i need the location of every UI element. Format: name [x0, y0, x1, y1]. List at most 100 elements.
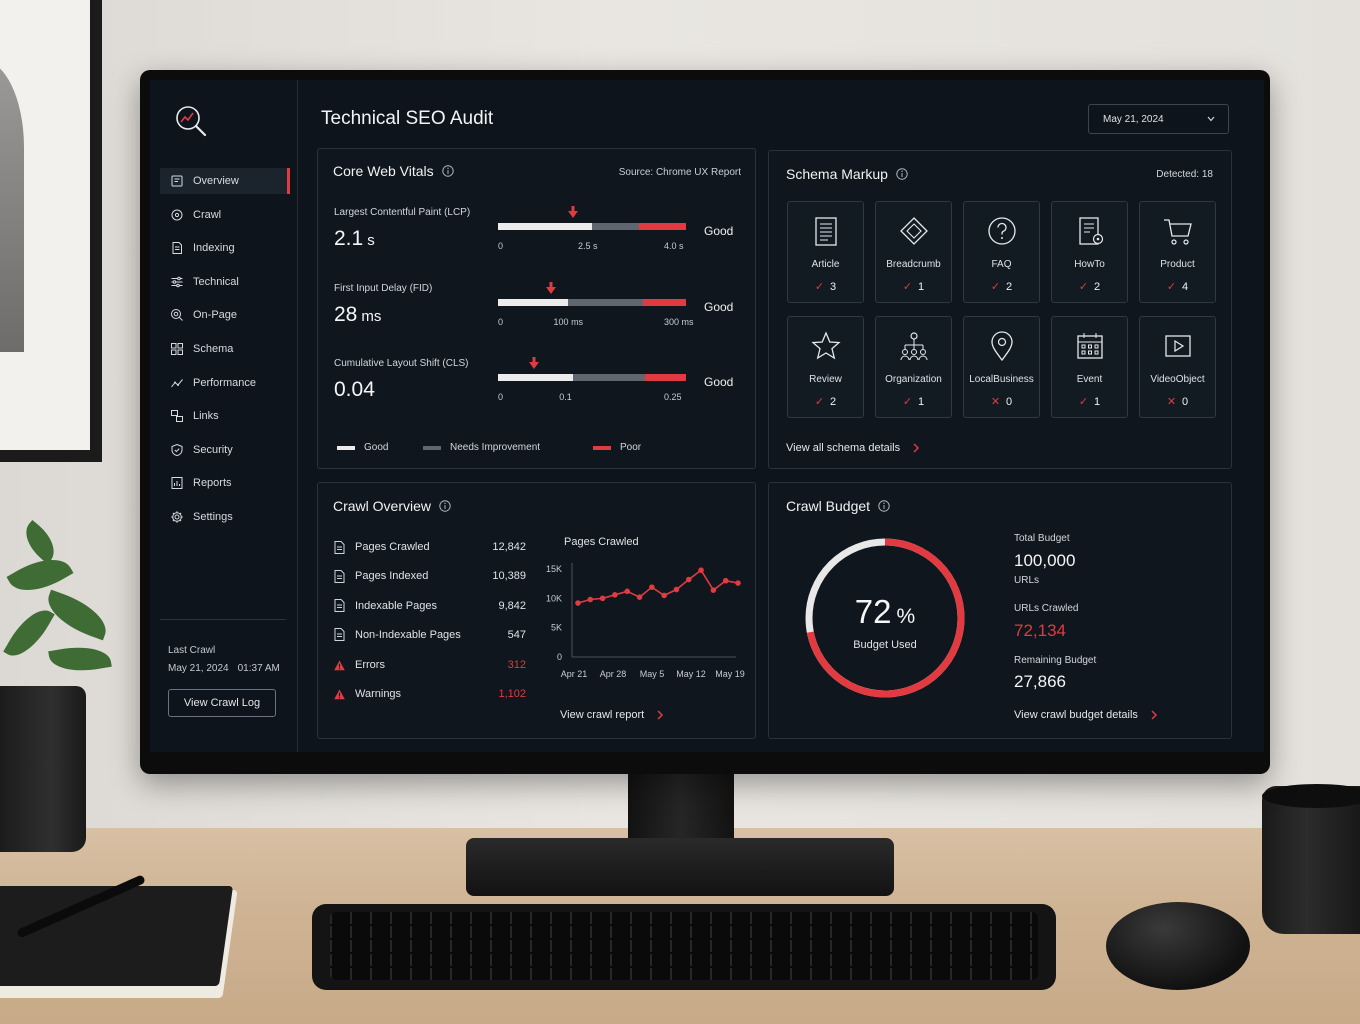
schema-card-event[interactable]: Event ✓ 1: [1051, 316, 1128, 418]
cross-icon: ✕: [1166, 396, 1177, 408]
schema-type-name: Organization: [885, 374, 942, 385]
cwv-value-unit: ms: [361, 307, 382, 325]
check-icon: ✓: [814, 281, 825, 293]
monitor-stand-base: [466, 838, 894, 896]
budget-percent: 72%: [802, 593, 968, 631]
view-all-schema-link[interactable]: View all schema details: [786, 442, 920, 454]
schema-card-localbusiness[interactable]: LocalBusiness ✕ 0: [963, 316, 1040, 418]
chart-data-point: [575, 600, 581, 606]
info-icon[interactable]: [896, 168, 908, 180]
schema-count: ✓ 1: [876, 280, 951, 293]
schema-card-organization[interactable]: Organization ✓ 1: [875, 316, 952, 418]
sidebar-divider: [160, 619, 286, 620]
sidebar-item-indexing[interactable]: Indexing: [160, 235, 290, 261]
article-icon: [815, 217, 837, 246]
crawl-stat-row: Indexable Pages 9,842: [334, 598, 526, 614]
crawl-stat-label: Non-Indexable Pages: [355, 628, 461, 641]
breadcrumb-icon: [900, 217, 928, 245]
crawl-budget-title-text: Crawl Budget: [786, 498, 871, 514]
sidebar-item-label: Performance: [193, 376, 256, 389]
sidebar-item-schema[interactable]: Schema: [160, 336, 290, 362]
schema-card-breadcrumb[interactable]: Breadcrumb ✓ 1: [875, 201, 952, 303]
crawl-stat-value: 312: [507, 659, 526, 671]
sidebar-item-settings[interactable]: Settings: [160, 504, 290, 530]
date-selector[interactable]: May 21, 2024: [1088, 104, 1229, 134]
sidebar-item-overview[interactable]: Overview: [160, 168, 290, 194]
sidebar-item-on-page[interactable]: On-Page: [160, 302, 290, 328]
crawl-stat-value: 10,389: [492, 570, 526, 583]
star-icon: [811, 331, 841, 360]
chart-y-tick-label: 0: [557, 652, 562, 662]
chart-title: Pages Crawled: [564, 536, 639, 548]
arrow-down-marker-icon: [545, 281, 556, 294]
schema-type-name: Review: [809, 374, 842, 385]
coffee-mug-rim: [1262, 784, 1360, 808]
crawl-stat-label: Pages Indexed: [355, 570, 429, 583]
cwv-status: Good: [704, 224, 734, 238]
check-icon: ✓: [814, 396, 825, 408]
crawl-stat-value: 1,102: [498, 688, 526, 701]
cwv-tick: 0: [498, 392, 504, 402]
view-crawl-budget-link[interactable]: View crawl budget details: [1014, 709, 1158, 721]
crawl-stat-label: Errors: [355, 659, 385, 671]
schema-card-article[interactable]: Article ✓ 3: [787, 201, 864, 303]
schema-card-howto[interactable]: HowTo ✓ 2: [1051, 201, 1128, 303]
cwv-metric-label: Cumulative Layout Shift (CLS): [334, 358, 469, 369]
legend-poor-label: Poor: [620, 442, 642, 453]
sidebar-item-crawl[interactable]: Crawl: [160, 202, 290, 228]
view-crawl-log-button[interactable]: View Crawl Log: [168, 689, 276, 717]
check-icon: ✓: [1166, 281, 1177, 293]
page-title: Technical SEO Audit: [321, 108, 494, 129]
cwv-metric-label: Largest Contentful Paint (LCP): [334, 207, 471, 218]
chart-data-point: [722, 577, 729, 584]
cwv-tick: 0: [498, 241, 504, 251]
schema-type-name: Event: [1076, 374, 1103, 385]
core-web-vitals-panel: Core Web Vitals Source: Chrome UX Report…: [317, 148, 756, 469]
crawl-stat-value: 9,842: [498, 599, 526, 612]
sidebar: Overview Crawl Indexing Technical On-Page Sch…: [150, 80, 298, 752]
legend-needs-swatch: [423, 446, 441, 450]
view-crawl-report-link[interactable]: View crawl report: [560, 709, 664, 721]
arrow-down-marker-icon: [528, 357, 539, 369]
chart-x-tick-label: May 19: [715, 669, 745, 679]
crawl-budget-title: Crawl Budget: [786, 498, 890, 514]
sidebar-item-reports[interactable]: Reports: [160, 470, 290, 496]
schema-type-name: LocalBusiness: [969, 374, 1034, 385]
sidebar-item-security[interactable]: Security: [160, 437, 290, 463]
bar-needs-segment: [573, 374, 645, 381]
sidebar-item-links[interactable]: Links: [160, 403, 290, 429]
date-selector-value: May 21, 2024: [1103, 113, 1164, 125]
coffee-mug: [1262, 786, 1360, 934]
schema-count-value: 1: [918, 396, 925, 408]
cwv-metric-label: First Input Delay (FID): [334, 282, 433, 294]
map-pin-icon: [991, 331, 1013, 362]
info-icon[interactable]: [441, 165, 454, 177]
check-icon: ✓: [1078, 281, 1089, 293]
info-icon[interactable]: [878, 500, 890, 512]
screen: Overview Crawl Indexing Technical On-Page Sch…: [150, 80, 1264, 752]
crawl-icon: [171, 209, 183, 221]
document-icon: [334, 540, 345, 554]
remaining-budget-label: Remaining Budget: [1014, 655, 1097, 666]
crawl-stat-row: Non-Indexable Pages 547: [334, 627, 526, 643]
schema-type-name: Breadcrumb: [886, 259, 941, 270]
sliders-icon: [171, 276, 183, 288]
schema-count-value: 0: [1006, 396, 1013, 408]
schema-card-faq[interactable]: FAQ ✓ 2: [963, 201, 1040, 303]
schema-card-review[interactable]: Review ✓ 2: [787, 316, 864, 418]
info-icon[interactable]: [439, 500, 451, 512]
chart-y-tick-label: 10K: [546, 593, 562, 603]
legend-good-label: Good: [364, 442, 389, 453]
schema-card-videoobject[interactable]: VideoObject ✕ 0: [1139, 316, 1216, 418]
crawl-overview-title: Crawl Overview: [333, 498, 451, 514]
gear-icon: [171, 511, 183, 523]
sidebar-item-label: Reports: [193, 477, 232, 490]
document-icon: [334, 569, 345, 583]
urls-crawled-value: 72,134: [1014, 621, 1066, 640]
calendar-icon: [1077, 333, 1103, 359]
sidebar-item-technical[interactable]: Technical: [160, 269, 290, 295]
schema-type-name: VideoObject: [1150, 374, 1205, 385]
sidebar-item-performance[interactable]: Performance: [160, 370, 290, 396]
cwv-metric-value: 2.1 s: [334, 227, 375, 251]
schema-card-product[interactable]: Product ✓ 4: [1139, 201, 1216, 303]
